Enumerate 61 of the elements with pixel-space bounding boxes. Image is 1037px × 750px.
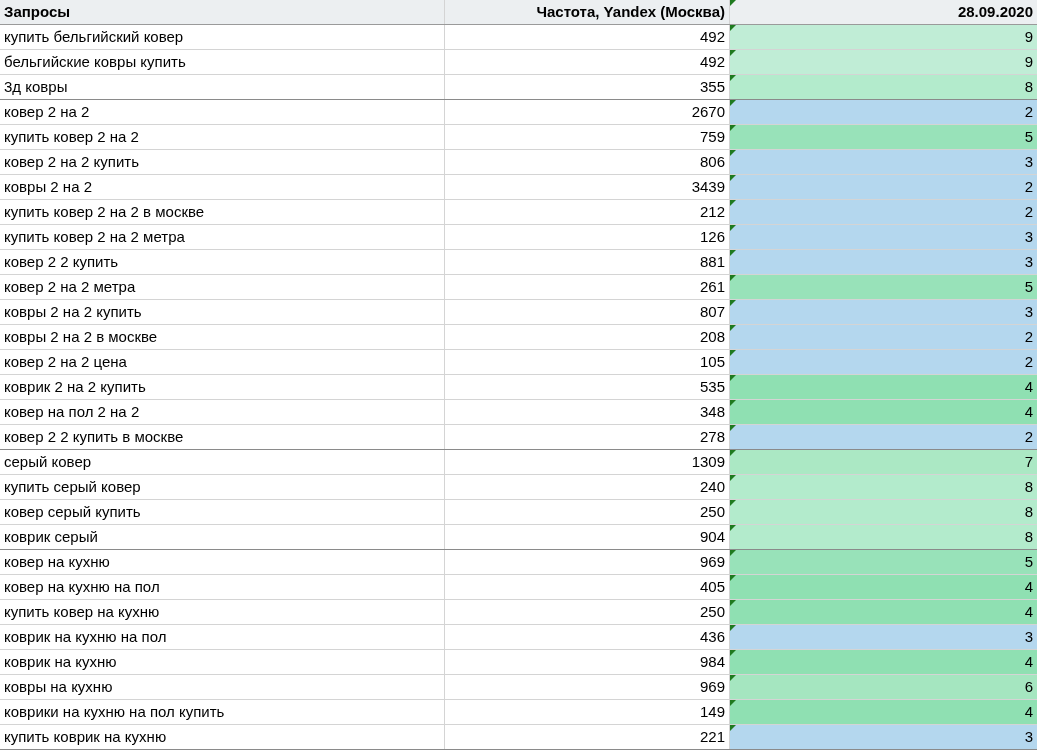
table-cell: 3 [730, 225, 1037, 249]
table-cell: ковер 2 на 2 метра [0, 275, 445, 299]
table-cell: коврики на кухню на пол купить [0, 700, 445, 724]
table-cell: 5 [730, 275, 1037, 299]
table-cell: купить ковер на кухню [0, 600, 445, 624]
table-cell: 3д ковры [0, 75, 445, 99]
column-header: 28.09.2020 [730, 0, 1037, 24]
table-cell: 4 [730, 375, 1037, 399]
table-cell: купить ковер 2 на 2 метра [0, 225, 445, 249]
table-cell: 4 [730, 400, 1037, 424]
table-cell: 2 [730, 200, 1037, 224]
table-cell: 9 [730, 25, 1037, 49]
table-cell: купить коврик на кухню [0, 725, 445, 749]
table-cell: ковер на кухню [0, 550, 445, 574]
table-cell: ковер серый купить [0, 500, 445, 524]
table-cell: 8 [730, 475, 1037, 499]
table-cell: 2 [730, 100, 1037, 124]
table-cell: 3 [730, 725, 1037, 749]
table-cell: 4 [730, 575, 1037, 599]
table-cell: ковер 2 2 купить в москве [0, 425, 445, 449]
table-cell: ковер 2 2 купить [0, 250, 445, 274]
column-header: Частота, Yandex (Москва) [445, 0, 730, 24]
table-cell: 6 [730, 675, 1037, 699]
table-cell: коврик на кухню [0, 650, 445, 674]
table-cell: купить бельгийский ковер [0, 25, 445, 49]
table-cell: купить серый ковер [0, 475, 445, 499]
table-cell: ковер 2 на 2 цена [0, 350, 445, 374]
table-cell: 8 [730, 525, 1037, 549]
table-cell: коврик на кухню на пол [0, 625, 445, 649]
table-cell: 3 [730, 300, 1037, 324]
table-cell: коврик серый [0, 525, 445, 549]
table-cell: ковер 2 на 2 купить [0, 150, 445, 174]
table-cell: ковры на кухню [0, 675, 445, 699]
table-cell: коврик 2 на 2 купить [0, 375, 445, 399]
table-cell: 4 [730, 700, 1037, 724]
table-cell: 2 [730, 175, 1037, 199]
table-cell: 2 [730, 425, 1037, 449]
table-cell: 4 [730, 600, 1037, 624]
table-cell: 8 [730, 75, 1037, 99]
table-cell: купить ковер 2 на 2 в москве [0, 200, 445, 224]
table-cell: ковер на пол 2 на 2 [0, 400, 445, 424]
table-cell: купить ковер 2 на 2 [0, 125, 445, 149]
table-cell: ковер 2 на 2 [0, 100, 445, 124]
table-cell: 2 [730, 325, 1037, 349]
table-cell: серый ковер [0, 450, 445, 474]
table-cell: 9 [730, 50, 1037, 74]
table-cell: ковры 2 на 2 в москве [0, 325, 445, 349]
table-cell: 2 [730, 350, 1037, 374]
table-cell: 7 [730, 450, 1037, 474]
table-cell: 5 [730, 550, 1037, 574]
table-cell: 4 [730, 650, 1037, 674]
table-cell: 8 [730, 500, 1037, 524]
column-header: Запросы [0, 0, 445, 24]
table-cell: 3 [730, 625, 1037, 649]
table-cell: ковры 2 на 2 [0, 175, 445, 199]
table-cell: 3 [730, 250, 1037, 274]
table-cell: 5 [730, 125, 1037, 149]
table-cell: 3 [730, 150, 1037, 174]
table-cell: ковры 2 на 2 купить [0, 300, 445, 324]
table-cell: бельгийские ковры купить [0, 50, 445, 74]
table-cell: ковер на кухню на пол [0, 575, 445, 599]
